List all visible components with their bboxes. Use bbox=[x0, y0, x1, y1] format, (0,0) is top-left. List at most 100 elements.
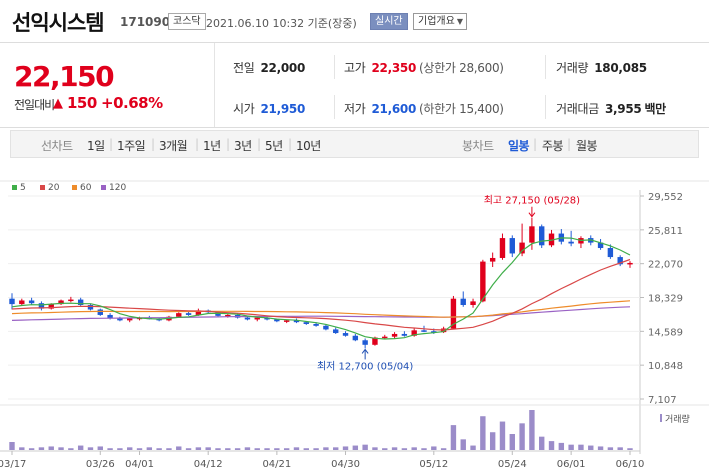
stat-label: 전일 bbox=[233, 61, 255, 75]
stock-name: 선익시스템 bbox=[12, 11, 105, 35]
volume-bar bbox=[578, 444, 584, 450]
candle-body bbox=[568, 241, 574, 244]
volume-bar bbox=[617, 447, 623, 450]
candle-body bbox=[342, 333, 349, 336]
legend-ma120: 120 bbox=[109, 183, 126, 193]
volume-bar bbox=[185, 448, 192, 450]
x-tick-label: 05/24 bbox=[498, 459, 527, 470]
upper-limit: (상한가 28,600) bbox=[419, 61, 504, 75]
stat-open: 시가 21,950 bbox=[233, 100, 305, 117]
candle-body bbox=[323, 325, 329, 330]
volume-bar bbox=[146, 447, 153, 450]
volume-bar bbox=[234, 448, 241, 450]
volume-bar bbox=[97, 446, 103, 450]
divider bbox=[334, 55, 335, 79]
stat-label: 시가 bbox=[233, 102, 255, 116]
x-tick-label: 04/12 bbox=[194, 459, 223, 470]
volume-bar bbox=[215, 448, 221, 450]
candle-body bbox=[303, 322, 309, 324]
volume-bar bbox=[539, 436, 545, 450]
volume-legend-swatch bbox=[660, 414, 662, 422]
change-value: 150 bbox=[67, 94, 97, 112]
candle-body bbox=[519, 242, 525, 254]
candle-daily[interactable]: 일봉 bbox=[508, 137, 530, 154]
volume-bar bbox=[254, 448, 260, 450]
candle-body bbox=[313, 323, 319, 326]
volume-bar bbox=[87, 447, 94, 450]
chevron-down-icon: ▼ bbox=[456, 17, 463, 26]
volume-bar bbox=[58, 447, 64, 450]
separator: | bbox=[533, 137, 537, 151]
stat-prev-close: 전일 22,000 bbox=[233, 59, 305, 76]
stock-chart[interactable]: 5 20 60 120 29,552 25,811 22,070 18,329 14,589 10… bbox=[0, 175, 709, 475]
stat-high: 고가 22,350 (상한가 28,600) bbox=[344, 59, 504, 76]
stock-header: 선익시스템 171090 코스닥 2021.06.10 10:32 기준(장중)… bbox=[0, 0, 709, 42]
volume-bar bbox=[460, 439, 466, 450]
candle-body bbox=[509, 238, 515, 254]
period-3m[interactable]: 3개월 bbox=[159, 137, 188, 154]
x-tick-label: 04/21 bbox=[262, 459, 291, 470]
period-3y[interactable]: 3년 bbox=[234, 137, 252, 154]
candle-chart-label[interactable]: 봉차트 bbox=[462, 137, 494, 154]
candle-body bbox=[87, 305, 94, 310]
quote-datetime: 2021.06.10 10:32 기준(장중) bbox=[206, 17, 357, 30]
volume-bar bbox=[313, 448, 319, 450]
candle-body bbox=[333, 329, 339, 334]
candle-monthly[interactable]: 월봉 bbox=[576, 137, 598, 154]
candle-body bbox=[539, 226, 545, 246]
volume-bar bbox=[607, 447, 614, 450]
candle-body bbox=[185, 313, 192, 315]
stat-value: 3,955 bbox=[604, 102, 642, 116]
x-tick-label: 06/01 bbox=[557, 459, 586, 470]
change-label: 전일대비 bbox=[14, 98, 55, 112]
candle-body bbox=[97, 309, 103, 315]
x-tick-label: 04/30 bbox=[331, 459, 360, 470]
stat-value: 22,350 bbox=[371, 61, 416, 75]
volume-bar bbox=[372, 447, 378, 450]
realtime-button[interactable]: 실시간 bbox=[370, 13, 408, 30]
company-info-dropdown[interactable]: 기업개요 ▼ bbox=[413, 13, 467, 30]
volume-bar bbox=[283, 448, 290, 450]
y-tick-label: 7,107 bbox=[648, 395, 677, 406]
candle-body bbox=[352, 335, 359, 341]
separator: | bbox=[257, 137, 261, 151]
volume-bar bbox=[450, 425, 457, 450]
y-tick-label: 18,329 bbox=[648, 294, 683, 305]
candle-weekly[interactable]: 주봉 bbox=[542, 137, 564, 154]
max-price-annotation: 최고 27,150 (05/28) bbox=[484, 195, 580, 207]
volume-bar bbox=[382, 448, 388, 450]
volume-bar bbox=[470, 445, 476, 450]
volume-bar bbox=[127, 447, 133, 450]
volume-bar bbox=[19, 447, 25, 450]
legend-swatch bbox=[72, 185, 77, 190]
candle-body bbox=[470, 301, 476, 306]
x-tick-label: 03/26 bbox=[86, 459, 115, 470]
line-chart-label[interactable]: 선차트 bbox=[41, 137, 73, 154]
period-10y[interactable]: 10년 bbox=[296, 137, 321, 154]
stat-value: 21,600 bbox=[371, 102, 416, 116]
volume-bar bbox=[156, 448, 162, 450]
period-1d[interactable]: 1일 bbox=[87, 137, 105, 154]
legend-ma5: 5 bbox=[20, 183, 26, 193]
divider bbox=[545, 95, 546, 119]
candle-body bbox=[460, 298, 466, 306]
y-tick-label: 10,848 bbox=[648, 361, 683, 372]
separator: | bbox=[195, 137, 199, 151]
period-1y[interactable]: 1년 bbox=[203, 137, 221, 154]
volume-bar bbox=[9, 442, 15, 450]
separator: | bbox=[109, 137, 113, 151]
period-1w[interactable]: 1주일 bbox=[117, 137, 146, 154]
candle-body bbox=[283, 320, 290, 322]
volume-bar bbox=[244, 447, 251, 450]
volume-bar bbox=[489, 432, 496, 450]
x-tick-label: 05/12 bbox=[419, 459, 448, 470]
change-percent: +0.68% bbox=[101, 94, 163, 112]
candle-body bbox=[489, 257, 496, 262]
candle-body bbox=[9, 298, 15, 305]
volume-bar bbox=[333, 447, 339, 450]
stat-volume: 거래량 180,085 bbox=[556, 59, 647, 76]
period-5y[interactable]: 5년 bbox=[265, 137, 283, 154]
stat-low: 저가 21,600 (하한가 15,400) bbox=[344, 100, 504, 117]
legend-swatch bbox=[12, 185, 17, 190]
volume-bar bbox=[440, 448, 447, 450]
